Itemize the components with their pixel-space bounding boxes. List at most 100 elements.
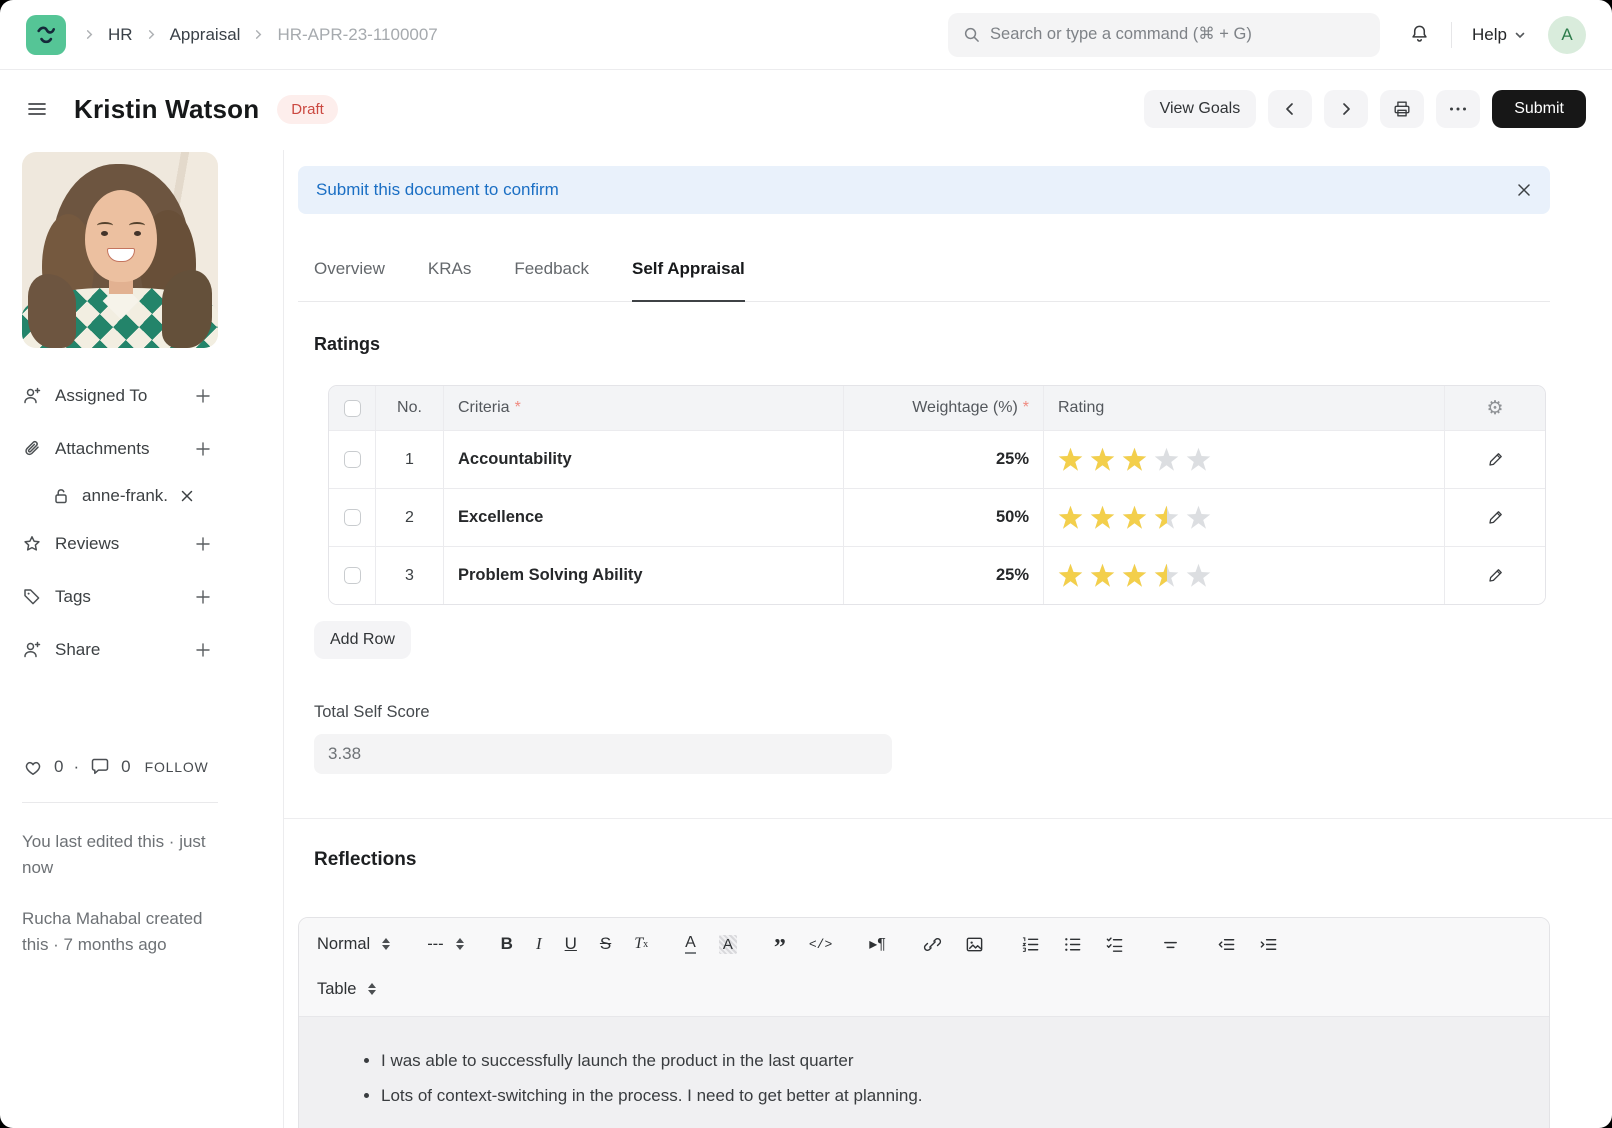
star-rating-icon[interactable] bbox=[1122, 505, 1147, 530]
star-rating-icon[interactable] bbox=[1090, 505, 1115, 530]
align-icon[interactable] bbox=[1161, 935, 1180, 954]
star-rating-icon[interactable] bbox=[1154, 447, 1179, 472]
table-menu-select[interactable]: Table bbox=[317, 980, 376, 999]
table-settings-gear-icon[interactable]: ⚙ bbox=[1486, 399, 1503, 418]
row-checkbox[interactable] bbox=[344, 451, 361, 468]
breadcrumb-item-appraisal[interactable]: Appraisal bbox=[170, 25, 241, 45]
star-rating-icon[interactable] bbox=[1122, 563, 1147, 588]
italic-button[interactable]: I bbox=[536, 934, 542, 954]
remove-attachment-icon[interactable] bbox=[180, 489, 194, 503]
total-self-score-input[interactable] bbox=[314, 734, 892, 774]
star-rating-icon[interactable] bbox=[1154, 505, 1179, 530]
insert-image-icon[interactable] bbox=[965, 935, 984, 954]
star-rating-icon[interactable] bbox=[1122, 447, 1147, 472]
sidebar-item-tags[interactable]: Tags bbox=[22, 587, 212, 607]
sidebar-item-attachments[interactable]: Attachments bbox=[22, 439, 212, 459]
star-rating-icon[interactable] bbox=[1090, 447, 1115, 472]
follow-button[interactable]: FOLLOW bbox=[145, 759, 209, 775]
more-options-button[interactable] bbox=[1436, 90, 1480, 128]
ratings-section: Ratings No. Criteria* Weightage (%)* Rat… bbox=[298, 334, 1550, 774]
underline-button[interactable]: U bbox=[565, 934, 577, 954]
sidebar-item-reviews[interactable]: Reviews bbox=[22, 534, 212, 554]
add-review-icon[interactable] bbox=[194, 535, 212, 553]
document-sidebar: Assigned To Attachments anne-f bbox=[0, 150, 283, 1128]
sidebar-item-assigned-to[interactable]: Assigned To bbox=[22, 386, 212, 406]
strikethrough-button[interactable]: S bbox=[600, 934, 611, 954]
tab-kras[interactable]: KRAs bbox=[428, 236, 471, 301]
add-tag-icon[interactable] bbox=[194, 588, 212, 606]
sidebar-item-label: Tags bbox=[55, 587, 91, 607]
editor-content[interactable]: I was able to successfully launch the pr… bbox=[299, 1016, 1549, 1128]
add-share-icon[interactable] bbox=[194, 641, 212, 659]
chevron-right-icon bbox=[84, 29, 95, 40]
comment-icon[interactable] bbox=[89, 756, 111, 778]
search-input[interactable] bbox=[990, 25, 1365, 44]
frappe-hr-logo-icon[interactable] bbox=[26, 15, 66, 55]
help-menu[interactable]: Help bbox=[1472, 25, 1526, 45]
editor-toolbar: Normal --- B I U S Tx bbox=[299, 918, 1549, 1016]
weightage-cell[interactable]: 50% bbox=[996, 508, 1029, 527]
attachment-file-item[interactable]: anne-frank. bbox=[52, 486, 283, 506]
sidebar-toggle-icon[interactable] bbox=[26, 98, 48, 120]
edit-row-pencil-icon[interactable] bbox=[1487, 567, 1504, 584]
star-rating-icon[interactable] bbox=[1058, 563, 1083, 588]
code-button[interactable]: </> bbox=[809, 937, 832, 952]
ratings-table-row: 1Accountability25% bbox=[329, 430, 1545, 488]
submit-button[interactable]: Submit bbox=[1492, 90, 1586, 128]
paragraph-style-select[interactable]: Normal bbox=[317, 935, 390, 954]
separator-style-select[interactable]: --- bbox=[427, 935, 463, 954]
tab-overview[interactable]: Overview bbox=[314, 236, 385, 301]
banner-close-icon[interactable] bbox=[1516, 182, 1532, 198]
background-color-button[interactable]: A bbox=[719, 935, 737, 954]
print-button[interactable] bbox=[1380, 90, 1424, 128]
select-all-checkbox[interactable] bbox=[344, 400, 361, 417]
checklist-icon[interactable] bbox=[1105, 935, 1124, 954]
text-direction-button[interactable]: ▸¶ bbox=[869, 934, 886, 954]
sidebar-item-share[interactable]: Share bbox=[22, 640, 212, 660]
banner-message: Submit this document to confirm bbox=[316, 180, 559, 200]
star-rating-icon[interactable] bbox=[1090, 563, 1115, 588]
tab-feedback[interactable]: Feedback bbox=[514, 236, 589, 301]
view-goals-button[interactable]: View Goals bbox=[1144, 90, 1257, 128]
numbered-list-icon[interactable] bbox=[1021, 935, 1040, 954]
star-rating-icon[interactable] bbox=[1058, 505, 1083, 530]
star-rating-icon[interactable] bbox=[1186, 505, 1211, 530]
criteria-cell[interactable]: Accountability bbox=[458, 450, 572, 469]
breadcrumb-item-hr[interactable]: HR bbox=[108, 25, 133, 45]
help-label: Help bbox=[1472, 25, 1507, 45]
row-checkbox[interactable] bbox=[344, 509, 361, 526]
global-search[interactable] bbox=[948, 13, 1380, 57]
clear-format-button[interactable]: Tx bbox=[634, 935, 648, 953]
font-color-button[interactable]: A bbox=[685, 934, 696, 954]
attachment-file-name[interactable]: anne-frank. bbox=[82, 486, 168, 506]
edit-row-pencil-icon[interactable] bbox=[1487, 509, 1504, 526]
top-navbar: HR Appraisal HR-APR-23-1100007 Help bbox=[0, 0, 1612, 70]
criteria-cell[interactable]: Excellence bbox=[458, 508, 543, 527]
add-assignment-icon[interactable] bbox=[194, 387, 212, 405]
add-attachment-icon[interactable] bbox=[194, 440, 212, 458]
criteria-cell[interactable]: Problem Solving Ability bbox=[458, 566, 643, 585]
user-avatar[interactable]: A bbox=[1548, 16, 1586, 54]
next-document-button[interactable] bbox=[1324, 90, 1368, 128]
edit-row-pencil-icon[interactable] bbox=[1487, 451, 1504, 468]
blockquote-button[interactable]: ” bbox=[774, 941, 786, 955]
created-by-text: Rucha Mahabal created this · 7 months ag… bbox=[22, 906, 208, 959]
weightage-cell[interactable]: 25% bbox=[996, 566, 1029, 585]
heart-icon[interactable] bbox=[22, 756, 44, 778]
insert-link-icon[interactable] bbox=[923, 935, 942, 954]
chevron-down-icon bbox=[1514, 29, 1526, 41]
bold-button[interactable]: B bbox=[501, 934, 513, 954]
indent-icon[interactable] bbox=[1259, 935, 1278, 954]
previous-document-button[interactable] bbox=[1268, 90, 1312, 128]
tab-self-appraisal[interactable]: Self Appraisal bbox=[632, 236, 745, 301]
row-checkbox[interactable] bbox=[344, 567, 361, 584]
star-rating-icon[interactable] bbox=[1186, 563, 1211, 588]
add-row-button[interactable]: Add Row bbox=[314, 621, 411, 659]
notifications-bell-icon[interactable] bbox=[1408, 23, 1431, 46]
bullet-list-icon[interactable] bbox=[1063, 935, 1082, 954]
outdent-icon[interactable] bbox=[1217, 935, 1236, 954]
star-rating-icon[interactable] bbox=[1154, 563, 1179, 588]
weightage-cell[interactable]: 25% bbox=[996, 450, 1029, 469]
star-rating-icon[interactable] bbox=[1058, 447, 1083, 472]
star-rating-icon[interactable] bbox=[1186, 447, 1211, 472]
